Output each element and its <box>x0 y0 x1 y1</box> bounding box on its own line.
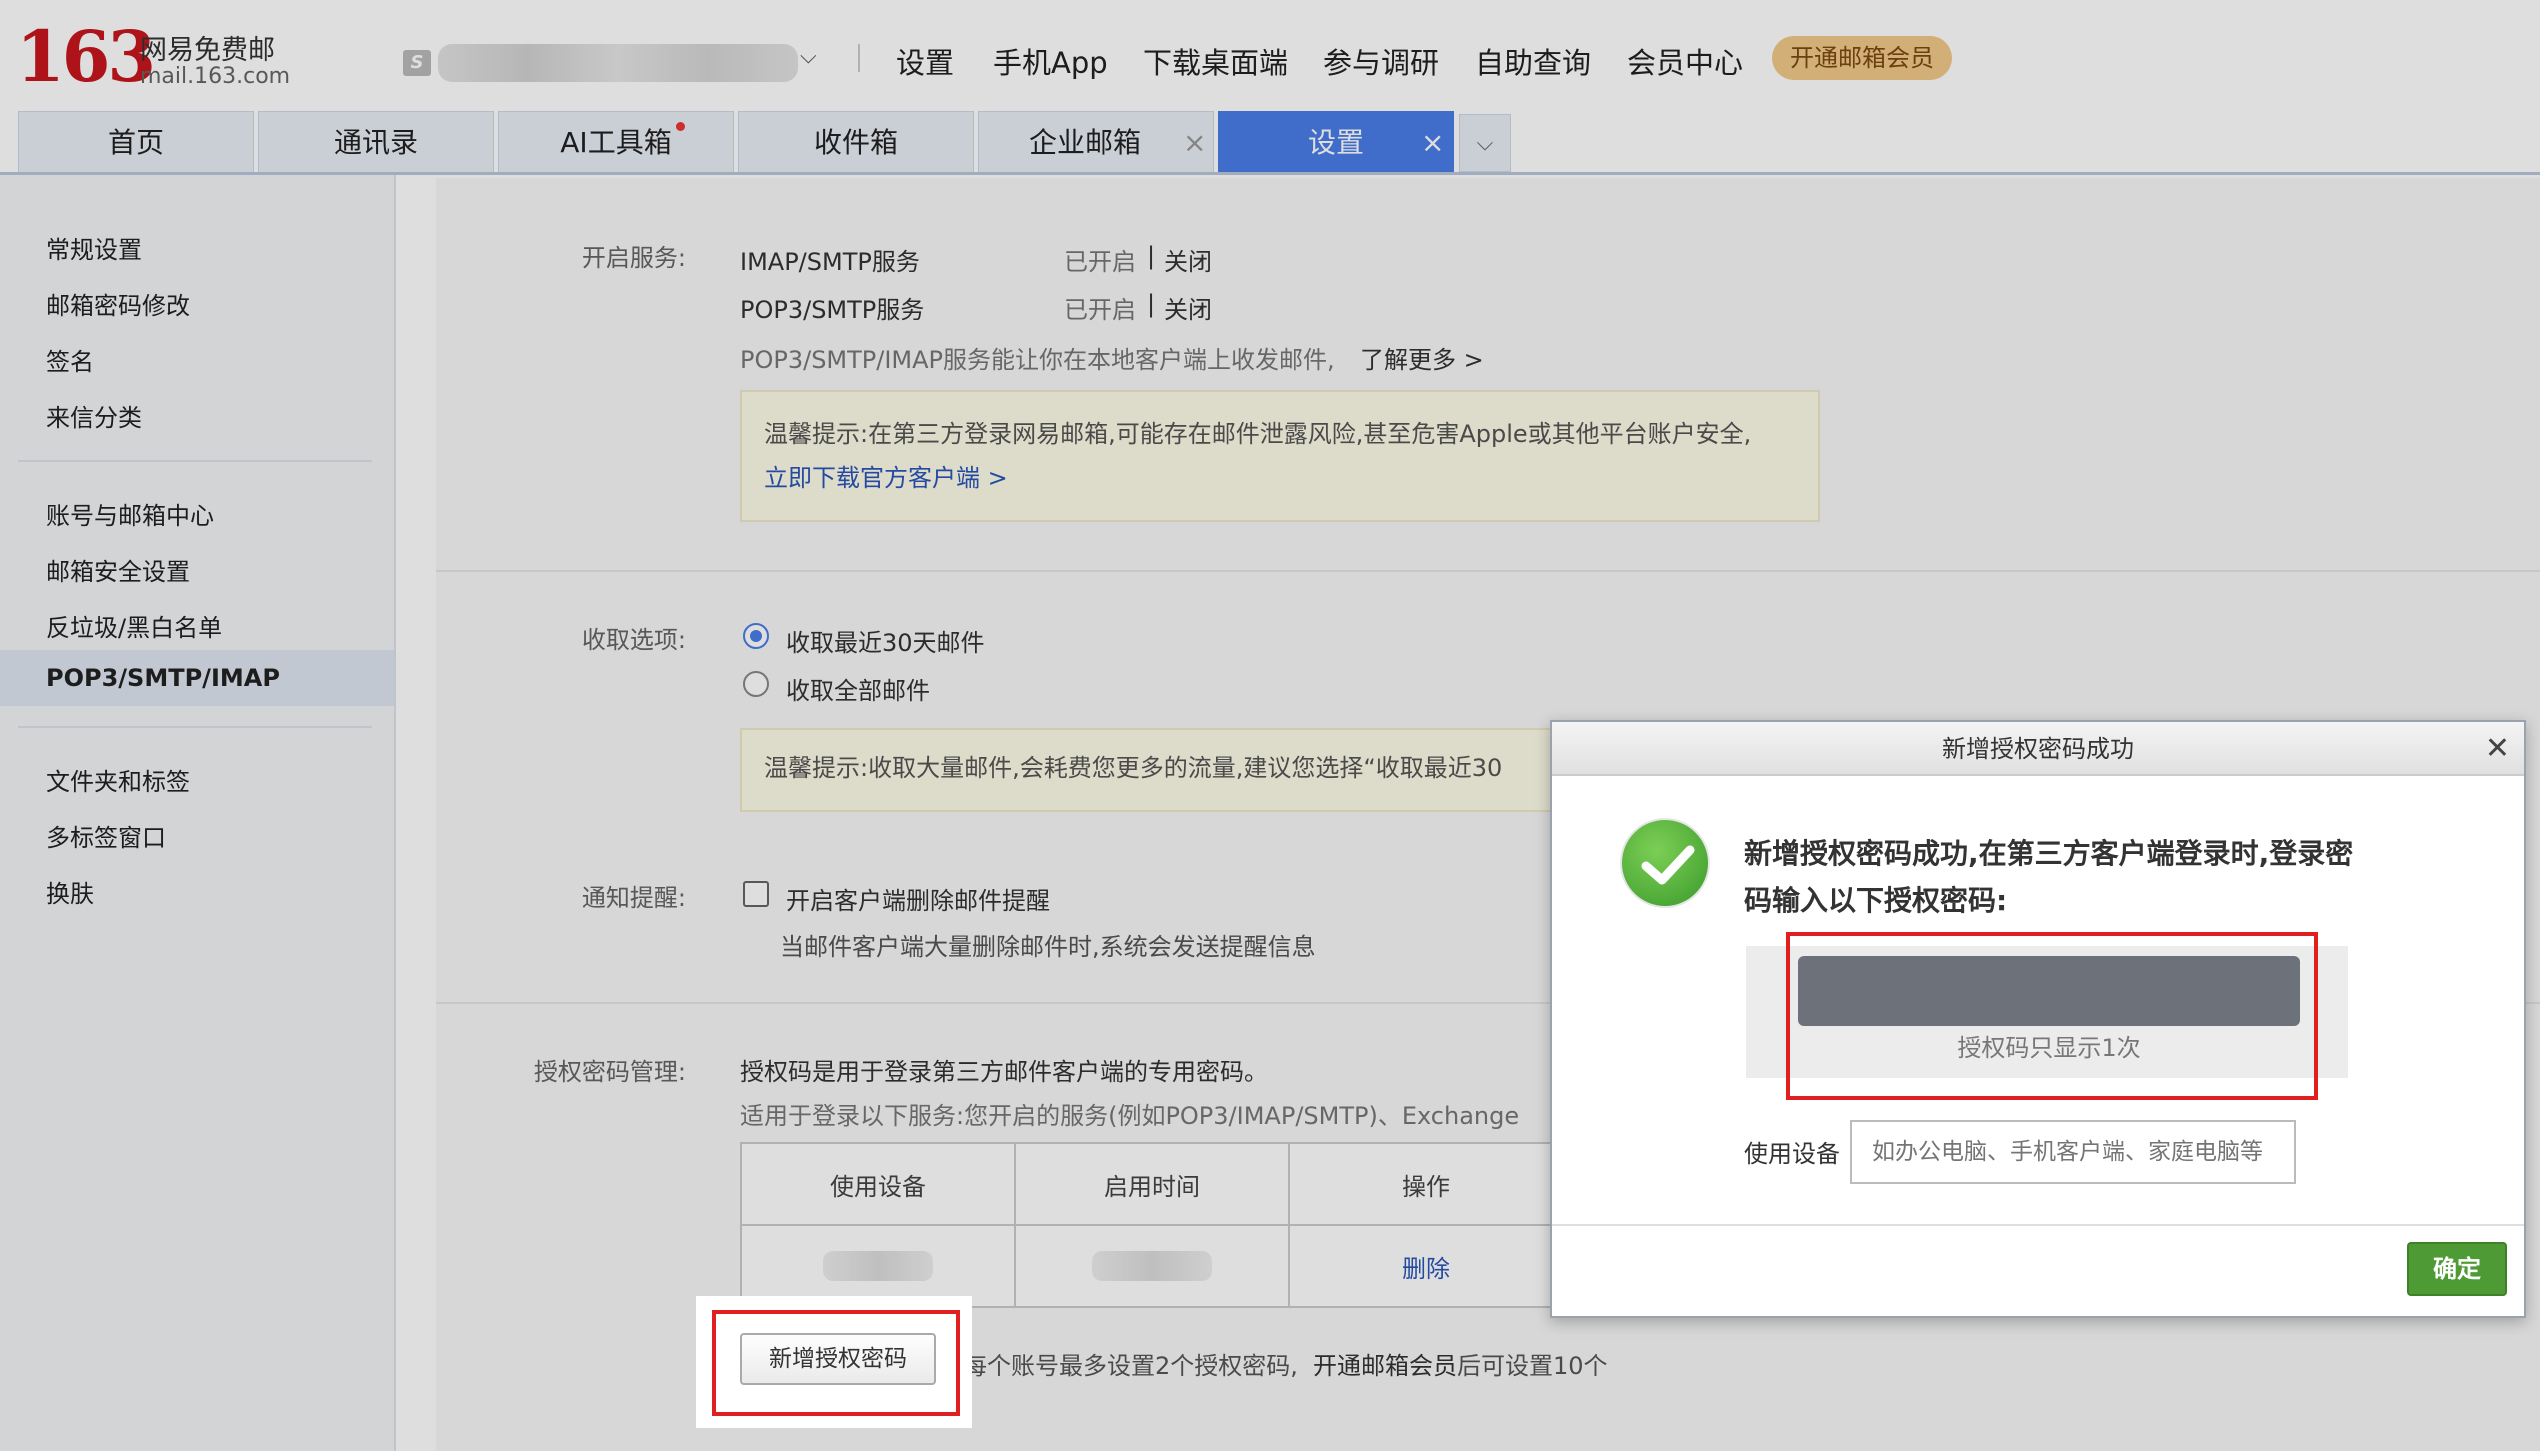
success-check-icon <box>1620 818 1710 908</box>
red-highlight-box <box>1786 932 2318 1100</box>
dialog-title: 新增授权密码成功 <box>1552 722 2524 776</box>
device-input[interactable] <box>1850 1120 2296 1184</box>
dialog-message: 新增授权密码成功,在第三方客户端登录时,登录密码输入以下授权密码: <box>1744 837 2354 917</box>
confirm-button[interactable]: 确定 <box>2407 1242 2507 1296</box>
dialog-close-icon[interactable]: ✕ <box>2485 722 2510 776</box>
auth-success-dialog: 新增授权密码成功 ✕ 新增授权密码成功,在第三方客户端登录时,登录密码输入以下授… <box>1550 720 2526 1318</box>
dialog-footer-divider <box>1552 1224 2524 1226</box>
red-highlight-box <box>712 1310 960 1416</box>
device-label: 使用设备 <box>1744 1140 1840 1168</box>
